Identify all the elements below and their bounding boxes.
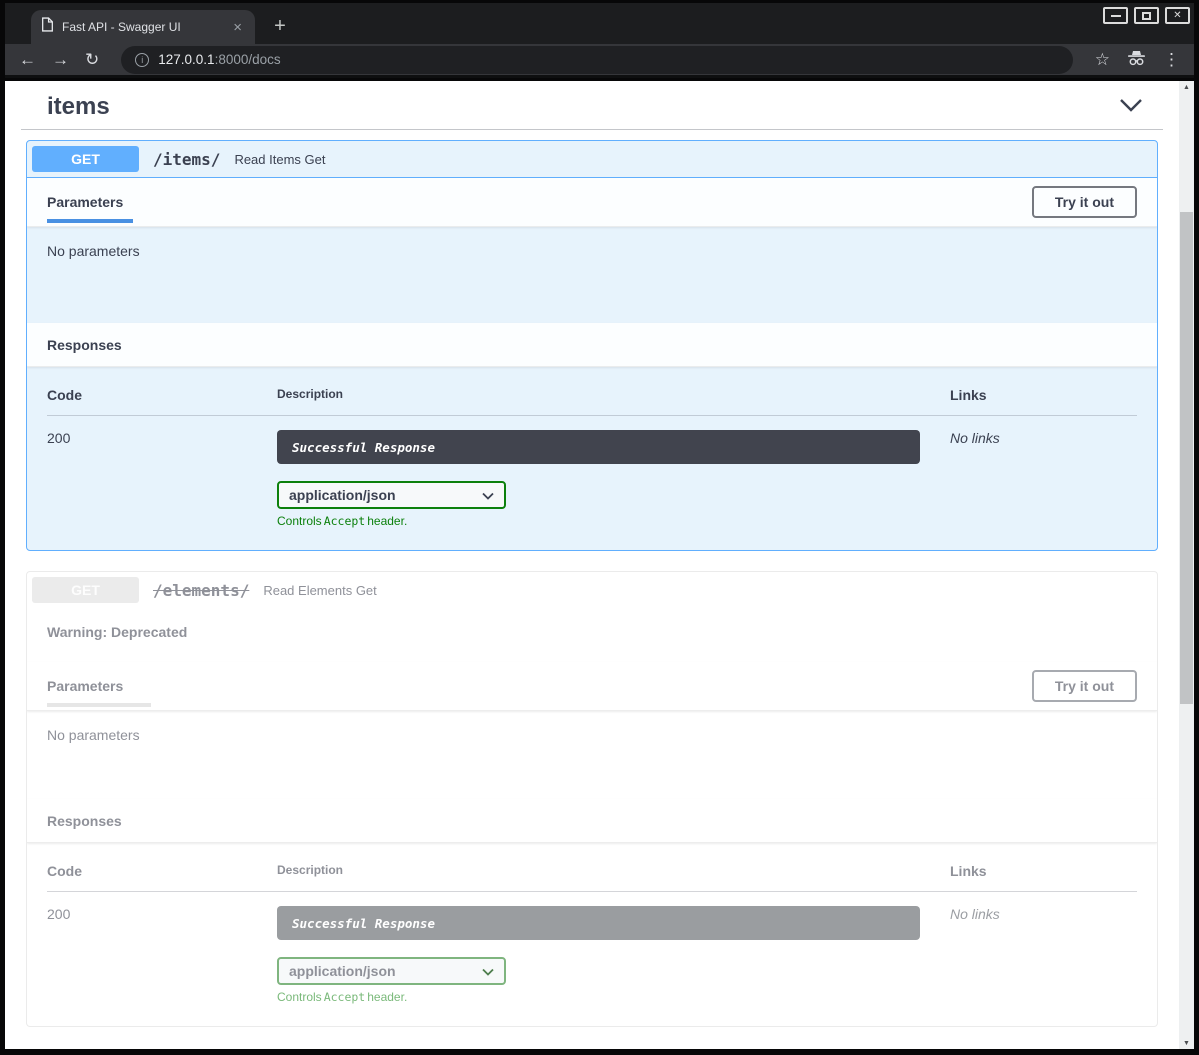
accept-header-note: ControlsAcceptheader.	[277, 514, 950, 528]
tag-section-header[interactable]: items	[19, 89, 1165, 129]
no-links-text: No links	[950, 416, 1137, 528]
inactive-tab-underline	[47, 703, 151, 707]
active-tab-underline	[47, 219, 133, 223]
tab-parameters[interactable]: Parameters	[47, 678, 123, 694]
accept-header-note: ControlsAcceptheader.	[277, 990, 950, 1004]
maximize-button[interactable]	[1134, 7, 1159, 24]
reload-icon[interactable]: ↻	[85, 51, 99, 68]
url-text[interactable]: 127.0.0.1:8000/docs	[158, 52, 280, 67]
opblock-summary[interactable]: GET /items/ Read Items Get	[27, 141, 1157, 178]
operation-summary-text: Read Items Get	[234, 152, 325, 167]
url-host: 127.0.0.1	[158, 52, 214, 67]
response-description-cell: Successful Response application/json Con…	[277, 416, 950, 528]
column-header-links: Links	[950, 387, 1137, 415]
responses-table: Code Description Links 200 Successful Re…	[27, 367, 1157, 550]
no-parameters-text: No parameters	[27, 227, 1157, 323]
favicon-document-icon	[41, 17, 54, 37]
browser-menu-icon[interactable]: ⋮	[1163, 51, 1180, 68]
scrollbar-thumb[interactable]	[1180, 212, 1193, 704]
select-chevron-down-icon	[482, 963, 494, 979]
operation-path: /items/	[153, 150, 220, 169]
minimize-button[interactable]	[1103, 7, 1128, 24]
response-row: 200 Successful Response application/json…	[47, 892, 1137, 1004]
opblock-summary[interactable]: GET /elements/ Read Elements Get	[27, 572, 1157, 608]
tag-divider	[21, 129, 1163, 130]
response-code: 200	[47, 892, 277, 1004]
url-path: :8000/docs	[215, 52, 281, 67]
maximize-icon	[1142, 12, 1151, 20]
parameters-header: Parameters Try it out	[27, 178, 1157, 227]
method-badge: GET	[32, 146, 139, 172]
scroll-down-icon[interactable]: ▼	[1179, 1037, 1194, 1049]
response-description: Successful Response	[277, 430, 920, 464]
try-it-out-button[interactable]: Try it out	[1032, 186, 1137, 218]
column-header-description: Description	[277, 863, 950, 891]
no-parameters-text: No parameters	[27, 711, 1157, 799]
deprecated-warning: Warning: Deprecated	[27, 608, 1157, 662]
response-description-cell: Successful Response application/json Con…	[277, 892, 950, 1004]
browser-tab[interactable]: Fast API - Swagger UI ×	[31, 10, 255, 44]
column-header-code: Code	[47, 387, 277, 415]
tab-strip: Fast API - Swagger UI × + ✕	[5, 3, 1194, 44]
page-scrollbar[interactable]: ▲ ▼	[1179, 81, 1194, 1049]
method-badge: GET	[32, 577, 139, 603]
tag-title: items	[47, 93, 110, 121]
try-it-out-button[interactable]: Try it out	[1032, 670, 1137, 702]
close-button[interactable]: ✕	[1165, 7, 1190, 24]
page: items GET /items/ Read Items Get Paramet…	[5, 81, 1194, 1049]
select-chevron-down-icon	[482, 487, 494, 503]
response-code: 200	[47, 416, 277, 528]
column-header-code: Code	[47, 863, 277, 891]
tab-title: Fast API - Swagger UI	[62, 20, 222, 34]
incognito-icon	[1126, 51, 1147, 69]
response-row: 200 Successful Response application/json…	[47, 416, 1137, 528]
new-tab-button[interactable]: +	[267, 13, 293, 39]
close-icon: ✕	[1173, 10, 1181, 21]
window-controls: ✕	[1103, 7, 1190, 24]
responses-header: Responses	[27, 799, 1157, 843]
tab-parameters[interactable]: Parameters	[47, 194, 123, 210]
site-info-icon[interactable]: i	[135, 53, 149, 67]
minimize-icon	[1111, 15, 1121, 17]
parameters-header: Parameters Try it out	[27, 662, 1157, 711]
forward-icon[interactable]: →	[52, 51, 69, 68]
media-type-select[interactable]: application/json	[277, 957, 506, 985]
scroll-up-icon[interactable]: ▲	[1179, 81, 1194, 93]
column-header-links: Links	[950, 863, 1137, 891]
back-icon[interactable]: ←	[19, 51, 36, 68]
response-description: Successful Response	[277, 906, 920, 940]
opblock-get-items: GET /items/ Read Items Get Parameters Tr…	[26, 140, 1158, 551]
media-type-select[interactable]: application/json	[277, 481, 506, 509]
chevron-down-icon[interactable]	[1119, 98, 1143, 117]
responses-table: Code Description Links 200 Successful Re…	[27, 843, 1157, 1026]
browser-window: Fast API - Swagger UI × + ✕ ← → ↻ i 127.…	[0, 0, 1199, 1055]
responses-header: Responses	[27, 323, 1157, 367]
swagger-content: items GET /items/ Read Items Get Paramet…	[5, 81, 1179, 1049]
operation-path: /elements/	[153, 581, 249, 600]
bookmark-star-icon[interactable]: ☆	[1095, 51, 1110, 68]
tab-close-icon[interactable]: ×	[230, 20, 245, 35]
opblock-get-elements-deprecated: GET /elements/ Read Elements Get Warning…	[26, 571, 1158, 1027]
no-links-text: No links	[950, 892, 1137, 1004]
responses-title: Responses	[47, 813, 122, 829]
browser-toolbar: ← → ↻ i 127.0.0.1:8000/docs ☆ ⋮	[5, 44, 1194, 78]
address-bar[interactable]: i 127.0.0.1:8000/docs	[121, 46, 1073, 74]
responses-title: Responses	[47, 337, 122, 353]
media-type-value: application/json	[289, 963, 396, 979]
media-type-value: application/json	[289, 487, 396, 503]
column-header-description: Description	[277, 387, 950, 415]
operation-summary-text: Read Elements Get	[263, 583, 376, 598]
